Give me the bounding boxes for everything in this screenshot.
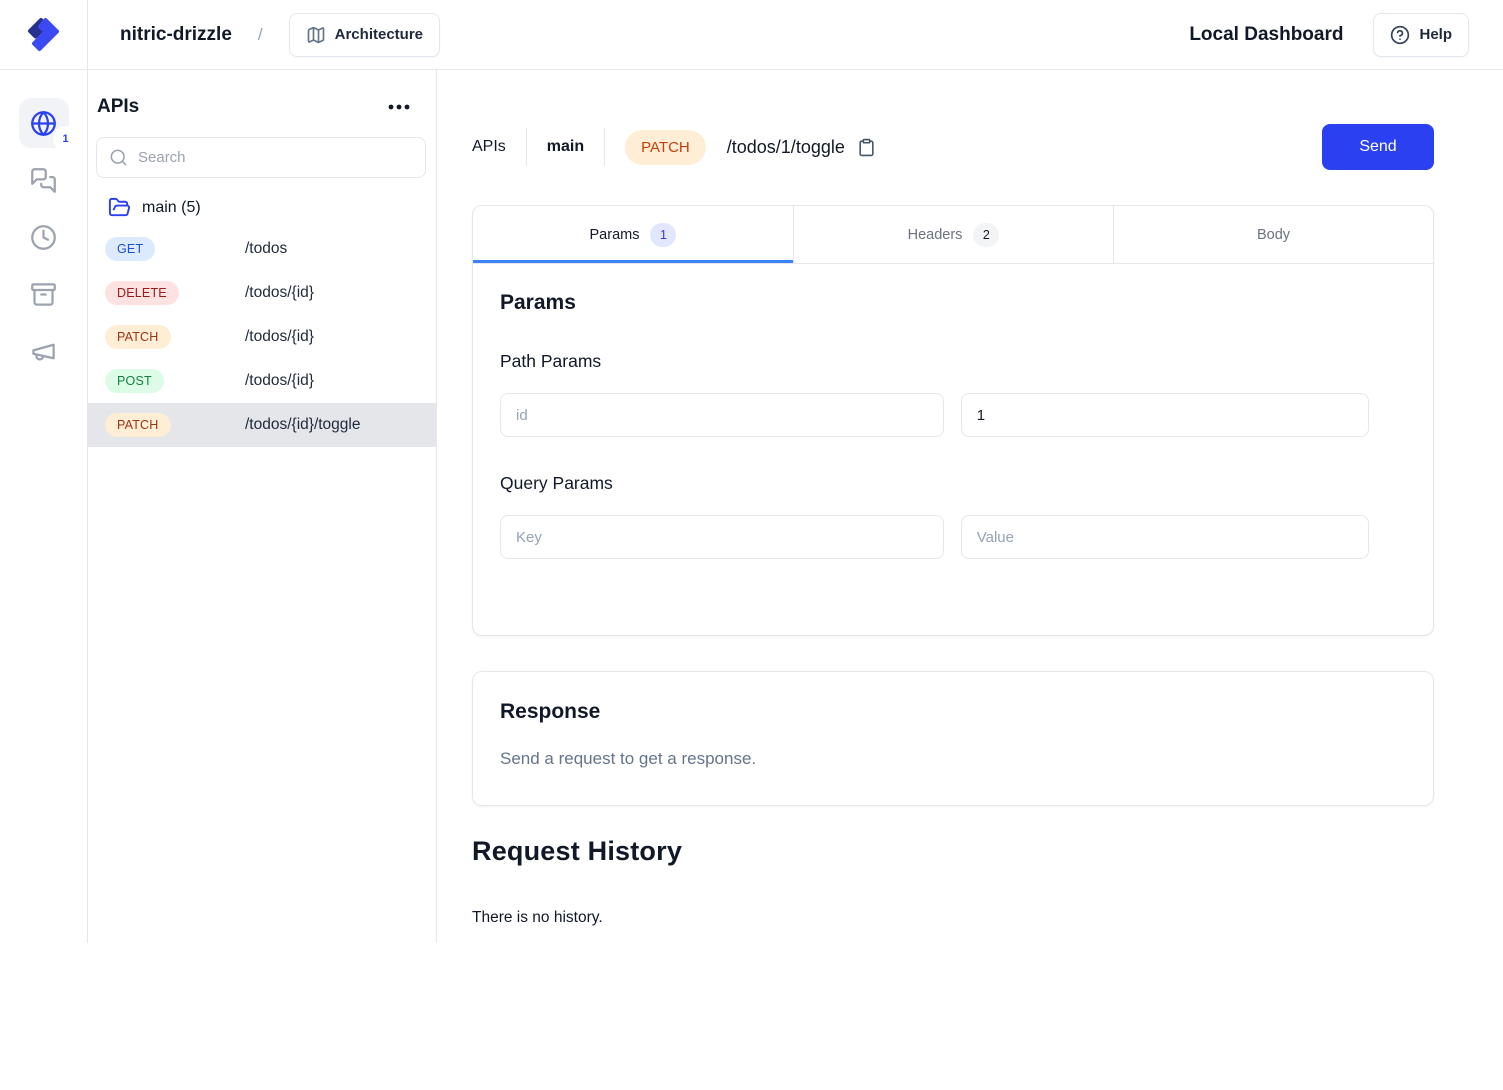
folder-open-icon	[108, 196, 131, 219]
query-params-title: Query Params	[500, 473, 1405, 494]
params-title: Params	[500, 291, 1405, 315]
help-label: Help	[1419, 26, 1452, 43]
breadcrumb-api: main	[547, 138, 584, 156]
search-input[interactable]	[96, 137, 426, 178]
top-header: nitric-drizzle / Architecture Local Dash…	[0, 0, 1503, 70]
endpoint-path: /todos/{id}	[245, 372, 436, 390]
method-badge: PATCH	[105, 325, 171, 349]
nitric-logo-icon	[25, 14, 63, 56]
tab-label: Params	[590, 227, 640, 243]
apis-sidebar: APIs main (5)	[88, 70, 437, 943]
endpoint-list: GET /todos DELETE /todos/{id} PATCH /tod…	[88, 227, 436, 447]
map-icon	[306, 25, 326, 45]
folder-label: main (5)	[142, 199, 201, 217]
method-badge: PATCH	[105, 413, 171, 437]
globe-icon	[30, 110, 57, 137]
project-name: nitric-drizzle	[120, 24, 232, 46]
rail-item-clock[interactable]	[19, 212, 69, 262]
endpoint-row-patch-todos-id-toggle[interactable]: PATCH /todos/{id}/toggle	[88, 403, 436, 447]
tab-label: Headers	[908, 227, 963, 243]
path-param-key-input[interactable]	[500, 393, 944, 437]
architecture-label: Architecture	[335, 26, 423, 43]
tab-body[interactable]: Body	[1113, 206, 1433, 263]
endpoint-path: /todos/{id}/toggle	[245, 416, 436, 434]
request-tabs: Params 1 Headers 2 Body	[473, 206, 1433, 264]
query-params-row	[500, 515, 1405, 559]
endpoint-row-post-todos-id[interactable]: POST /todos/{id}	[88, 359, 436, 403]
headers-count-badge: 2	[973, 223, 999, 247]
method-badge: GET	[105, 237, 155, 261]
endpoint-path: /todos/{id}	[245, 328, 436, 346]
rail-item-archive[interactable]	[19, 269, 69, 319]
rail-item-chat[interactable]	[19, 155, 69, 205]
request-method-badge: PATCH	[625, 130, 706, 165]
clipboard-icon	[857, 137, 876, 158]
architecture-button[interactable]: Architecture	[289, 13, 440, 57]
path-params-title: Path Params	[500, 351, 1405, 372]
copy-path-button[interactable]	[855, 135, 878, 160]
rail-item-globe[interactable]: 1	[19, 98, 69, 148]
megaphone-icon	[30, 338, 57, 365]
send-button[interactable]: Send	[1322, 124, 1434, 170]
tab-headers[interactable]: Headers 2	[793, 206, 1113, 263]
method-badge: DELETE	[105, 281, 179, 305]
params-count-badge: 1	[650, 223, 676, 247]
request-history-title: Request History	[472, 836, 1434, 867]
chat-icon	[30, 167, 57, 194]
sidebar-title: APIs	[97, 96, 139, 118]
tab-params[interactable]: Params 1	[473, 206, 793, 263]
request-card: Params 1 Headers 2 Body Params Path Para…	[472, 205, 1434, 636]
clock-icon	[30, 224, 57, 251]
endpoint-path: /todos/{id}	[245, 284, 436, 302]
path-params-row	[500, 393, 1405, 437]
main-content: APIs main PATCH /todos/1/toggle Send	[437, 70, 1503, 943]
endpoint-row-patch-todos-id[interactable]: PATCH /todos/{id}	[88, 315, 436, 359]
endpoint-path: /todos	[245, 240, 436, 258]
request-bar: APIs main PATCH /todos/1/toggle Send	[472, 124, 1434, 170]
endpoint-row-get-todos[interactable]: GET /todos	[88, 227, 436, 271]
endpoint-row-delete-todos-id[interactable]: DELETE /todos/{id}	[88, 271, 436, 315]
breadcrumb-root: APIs	[472, 138, 506, 156]
ellipsis-icon	[388, 104, 410, 110]
breadcrumb-divider	[604, 128, 605, 166]
breadcrumb-divider	[526, 128, 527, 166]
response-title: Response	[500, 700, 1405, 724]
help-button[interactable]: Help	[1373, 13, 1469, 57]
api-folder-main[interactable]: main (5)	[88, 196, 436, 219]
help-circle-icon	[1390, 25, 1410, 45]
sidebar-menu-button[interactable]	[384, 100, 414, 114]
method-badge: POST	[105, 369, 164, 393]
archive-icon	[30, 281, 57, 308]
response-empty-message: Send a request to get a response.	[500, 749, 1405, 769]
request-path: /todos/1/toggle	[727, 137, 845, 158]
query-param-value-input[interactable]	[961, 515, 1369, 559]
dashboard-title: Local Dashboard	[1189, 24, 1343, 46]
app-logo	[0, 0, 88, 69]
breadcrumb-separator: /	[258, 25, 263, 45]
rail-item-megaphone[interactable]	[19, 326, 69, 376]
nav-rail: 1	[0, 70, 88, 943]
response-card: Response Send a request to get a respons…	[472, 671, 1434, 806]
apis-count-badge: 1	[53, 126, 79, 152]
query-param-key-input[interactable]	[500, 515, 944, 559]
tab-label: Body	[1257, 227, 1290, 243]
path-param-value-input[interactable]	[961, 393, 1369, 437]
request-history-empty: There is no history.	[472, 909, 1434, 927]
